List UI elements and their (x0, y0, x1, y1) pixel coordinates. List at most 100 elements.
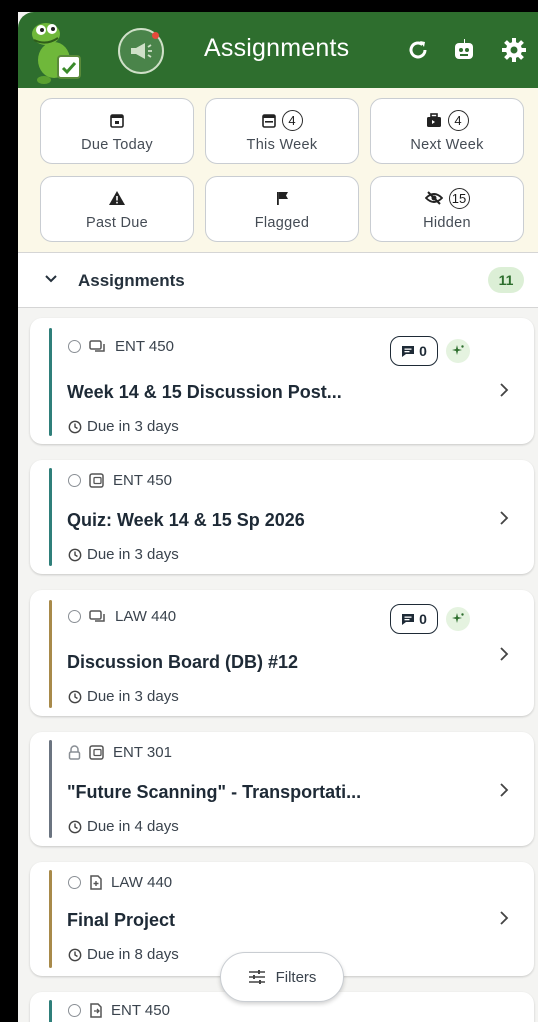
assistant-button[interactable] (448, 34, 480, 66)
ai-assist-button[interactable] (446, 607, 470, 631)
assignment-title: Discussion Board (DB) #12 (67, 652, 299, 672)
settings-button[interactable] (498, 34, 530, 66)
course-color-bar (49, 600, 52, 708)
ai-assist-button[interactable] (446, 339, 470, 363)
section-title: Assignments (78, 271, 185, 290)
course-color-bar (49, 870, 52, 968)
tile-label: Due Today (81, 137, 153, 153)
course-code: ENT 450 (115, 338, 174, 355)
clock-icon (68, 820, 82, 833)
clock-icon (68, 420, 82, 433)
status-ring-icon[interactable] (68, 610, 81, 623)
eye-off-icon (424, 191, 443, 205)
quiz-icon (89, 473, 104, 488)
status-ring-icon[interactable] (68, 1004, 81, 1017)
chevron-down-icon (45, 275, 57, 283)
due-date: Due in 3 days (87, 418, 179, 435)
course-code: ENT 450 (111, 1002, 170, 1019)
comment-count: 0 (419, 343, 427, 359)
app-header: Assignments (18, 12, 538, 88)
megaphone-icon (131, 43, 152, 59)
assignment-card[interactable]: LAW 440 0 Discussion Board (DB) #12 Due … (30, 590, 534, 716)
tile-label: Next Week (410, 137, 484, 153)
tile-label: This Week (246, 137, 318, 153)
chevron-right-icon (500, 383, 509, 397)
comments-button[interactable]: 0 (390, 604, 438, 634)
count-badge: 11 (488, 267, 524, 293)
comment-icon (402, 613, 415, 625)
course-color-bar (49, 1000, 52, 1022)
clock-icon (68, 548, 82, 561)
briefcase-icon (426, 112, 441, 127)
sliders-icon (248, 970, 265, 984)
sparkle-icon (452, 613, 464, 623)
due-date: Due in 4 days (87, 818, 179, 835)
calendar-today-icon (110, 113, 124, 128)
comments-button[interactable]: 0 (390, 336, 438, 366)
mascot-icon (32, 23, 81, 84)
lock-icon[interactable] (68, 745, 81, 760)
assignment-card[interactable]: ENT 301 "Future Scanning" - Transportati… (30, 732, 534, 846)
due-date: Due in 8 days (87, 946, 179, 963)
course-code: LAW 440 (115, 608, 177, 625)
refresh-button[interactable] (402, 34, 434, 66)
assignment-card[interactable]: ENT 450 0 Week 14 & 15 Discussion Post..… (30, 318, 534, 444)
tile-label: Flagged (254, 215, 310, 231)
chevron-right-icon (500, 911, 509, 925)
clock-icon (68, 948, 82, 961)
quiz-icon (89, 745, 104, 760)
tile-hidden[interactable]: 15 Hidden (370, 176, 524, 242)
status-ring-icon[interactable] (68, 474, 81, 487)
comment-icon (402, 345, 415, 357)
course-code: LAW 440 (111, 874, 173, 891)
filters-label: Filters (275, 968, 317, 986)
count-badge: 4 (447, 109, 469, 131)
assignment-icon (90, 1003, 102, 1018)
chevron-right-icon (500, 783, 509, 797)
tile-this-week[interactable]: 4 This Week (205, 98, 359, 164)
tile-label: Hidden (423, 215, 471, 231)
due-date: Due in 3 days (87, 688, 179, 705)
course-color-bar (49, 740, 52, 838)
discussion-icon (89, 609, 105, 622)
tile-next-week[interactable]: 4 Next Week (370, 98, 524, 164)
course-code: ENT 450 (113, 472, 172, 489)
assignment-title: "Future Scanning" - Transportati... (67, 782, 362, 802)
assignment-card[interactable]: ENT 450 Quiz: Week 14 & 15 Sp 2026 Due i… (30, 460, 534, 574)
count-badge: 15 (448, 187, 470, 209)
assignment-title: Quiz: Week 14 & 15 Sp 2026 (67, 510, 305, 530)
clock-icon (68, 690, 82, 703)
comment-count: 0 (419, 611, 427, 627)
course-color-bar (49, 468, 52, 566)
discussion-icon (89, 339, 105, 352)
robot-icon (455, 39, 473, 59)
chevron-right-icon (500, 647, 509, 661)
notification-dot (152, 32, 159, 39)
due-date: Due in 3 days (87, 546, 179, 563)
tile-label: Past Due (85, 215, 149, 231)
announcements-button[interactable] (118, 28, 164, 74)
tile-past-due[interactable]: Past Due (40, 176, 194, 242)
refresh-icon (409, 41, 427, 59)
chevron-right-icon (500, 511, 509, 525)
tile-due-today[interactable]: Due Today (40, 98, 194, 164)
flag-icon (276, 192, 288, 205)
course-color-bar (49, 328, 52, 436)
tile-flagged[interactable]: Flagged (205, 176, 359, 242)
quick-filter-tiles: Due Today 4 This Week 4 Next Week Past D… (18, 88, 538, 252)
assignments-section-header[interactable]: Assignments 11 (18, 252, 538, 308)
calendar-week-icon (261, 113, 276, 128)
gear-icon (502, 38, 526, 62)
assignment-icon (90, 875, 102, 890)
status-ring-icon[interactable] (68, 876, 81, 889)
app-frame: Assignments Due Today 4 This Week 4 Next… (18, 12, 538, 1022)
assignment-title: Final Project (67, 910, 176, 930)
filters-button[interactable]: Filters (220, 952, 344, 1002)
course-code: ENT 301 (113, 744, 172, 761)
count-badge: 4 (281, 109, 303, 131)
warning-icon (109, 191, 125, 205)
assignment-title: Week 14 & 15 Discussion Post... (67, 382, 342, 402)
sparkle-icon (452, 345, 464, 355)
status-ring-icon[interactable] (68, 340, 81, 353)
page-title: Assignments (204, 34, 350, 62)
